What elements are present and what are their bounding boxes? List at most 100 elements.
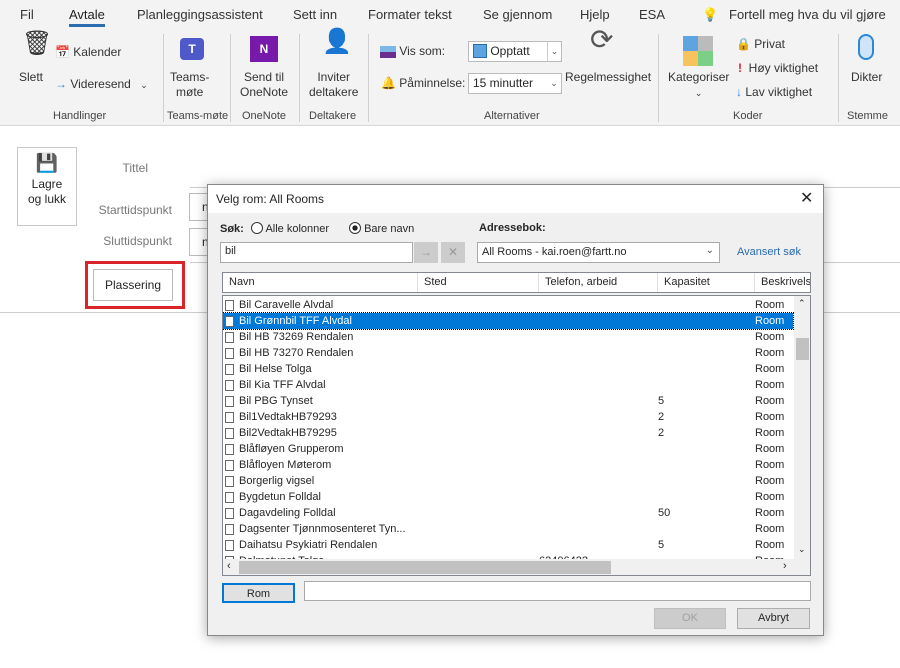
room-list-row[interactable]: Borgerlig vigsel Room [223,473,793,489]
tab-planleggingsassistent[interactable]: Planleggingsassistent [137,7,263,22]
room-name: Bil Grønnbil TFF Alvdal [239,315,352,327]
room-capacity: 50 [658,507,671,519]
scroll-thumb[interactable] [796,338,809,360]
addressbook-dropdown[interactable]: All Rooms - kai.roen@fartt.no ⌄ [477,242,720,263]
room-name: Blåfløyen Grupperom [239,443,344,455]
room-list-row[interactable]: Bil HB 73269 Rendalen Room [223,329,793,345]
group-label-tags: Koder [733,110,763,122]
forward-button[interactable]: → Videresend ⌄ [55,77,148,93]
tab-se-gjennom[interactable]: Se gjennom [483,7,552,22]
room-description: Room [755,491,785,503]
radio-name-only[interactable]: Bare navn [349,222,414,235]
save-and-close-button[interactable]: 💾 Lagre og lukk [17,147,77,226]
high-importance-label: Høy viktighet [748,61,819,75]
radio-icon [251,222,263,234]
room-list-row[interactable]: Bygdetun Folldal Room [223,489,793,505]
room-list-row[interactable]: Bil Helse Tolga Room [223,361,793,377]
room-icon [225,348,234,359]
clear-search-button[interactable]: ✕ [441,242,465,263]
ok-button[interactable]: OK [654,608,726,629]
group-label-teams: Teams-møte [167,110,229,122]
room-list-row[interactable]: Bil Grønnbil TFF Alvdal Room [223,312,794,330]
room-name: Bil PBG Tynset [239,395,313,407]
radio-all-columns[interactable]: Alle kolonner [251,222,329,235]
close-icon[interactable]: ✕ [800,188,813,208]
scroll-thumb-horizontal[interactable] [239,561,611,574]
teams-meeting-button[interactable]: Teams- møte [170,70,209,100]
room-list-row[interactable]: Bil1VedtakHB79293 2 Room [223,409,793,425]
room-description: Room [755,443,785,455]
scroll-left-icon[interactable]: ‹ [227,560,231,572]
column-header-row: Navn Sted Telefon, arbeid Kapasitet Besk… [222,272,811,293]
dictate-button[interactable]: Dikter [851,70,882,85]
search-go-button[interactable]: → [414,242,438,263]
tab-hjelp[interactable]: Hjelp [580,7,610,22]
room-description: Room [755,347,785,359]
tab-avtale[interactable]: Avtale [69,7,105,27]
room-list-row[interactable]: Bil HB 73270 Rendalen Room [223,345,793,361]
room-list-row[interactable]: Bil Kia TFF Alvdal Room [223,377,793,393]
divider [838,34,839,122]
microphone-icon [858,34,874,60]
room-list-row[interactable]: Blåfløyen Grupperom Room [223,441,793,457]
room-list-row[interactable]: Dagsenter Tjønnmosenteret Tyn... Room [223,521,793,537]
calendar-button[interactable]: 📅 Kalender [55,45,121,60]
room-capacity: 5 [658,539,665,551]
column-header-name[interactable]: Navn [223,273,418,292]
tell-me-search[interactable]: Fortell meg hva du vil gjøre [729,7,886,22]
vertical-scrollbar[interactable]: ⌃ ⌄ [794,296,810,559]
column-header-phone[interactable]: Telefon, arbeid [539,273,658,292]
group-label-onenote: OneNote [242,110,287,122]
room-description: Room [755,411,785,423]
delete-button[interactable]: Slett [19,70,43,85]
tab-fil[interactable]: Fil [20,7,34,22]
ribbon-tabs: Fil Avtale Planleggingsassistent Sett in… [0,0,900,30]
room-list-row[interactable]: Bil Caravelle Alvdal Room [223,297,793,313]
private-button[interactable]: 🔒 Privat [736,37,785,52]
horizontal-scrollbar[interactable]: ‹ › [223,559,810,575]
high-importance-button[interactable]: ! Høy viktighet [738,61,818,76]
room-input[interactable] [304,581,811,601]
arrow-down-icon: ↓ [736,85,742,99]
room-list-row[interactable]: Bil2VedtakHB79295 2 Room [223,425,793,441]
categorize-button[interactable]: Kategoriser ⌄ [668,70,729,101]
recurrence-button[interactable]: Regelmessighet [565,70,651,85]
scroll-down-icon[interactable]: ⌄ [798,544,806,555]
lightbulb-icon: 💡 [702,7,719,22]
show-as-dropdown[interactable]: Opptatt ⌄ [468,41,562,62]
room-list-row[interactable]: Dagavdeling Folldal 50 Room [223,505,793,521]
addressbook-label: Adressebok: [479,222,546,234]
show-as-label: Vis som: [380,44,445,59]
search-input[interactable]: bil [220,242,413,263]
start-time-label: Starttidspunkt [98,203,172,217]
room-button[interactable]: Rom [222,583,295,603]
show-as-icon [380,45,396,58]
room-list: Bil Caravelle Alvdal Room Bil Grønnbil TFF… [222,295,811,576]
room-icon [225,300,234,311]
column-header-capacity[interactable]: Kapasitet [658,273,755,292]
tab-esa[interactable]: ESA [639,7,665,22]
reminder-dropdown[interactable]: 15 minutter ⌄ [468,73,562,94]
room-description: Room [755,475,785,487]
room-list-row[interactable]: Bil PBG Tynset 5 Room [223,393,793,409]
location-button[interactable]: Plassering [93,269,173,301]
low-importance-button[interactable]: ↓ Lav viktighet [736,85,812,100]
room-name: Borgerlig vigsel [239,475,315,487]
chevron-down-icon: ⌄ [550,78,558,88]
column-header-description[interactable]: Beskrivels [755,273,810,292]
room-icon [225,492,234,503]
scroll-right-icon[interactable]: › [783,560,787,572]
room-list-row[interactable]: Blåfloyen Møterom Room [223,457,793,473]
send-to-onenote-button[interactable]: Send til OneNote [240,70,288,100]
column-header-location[interactable]: Sted [418,273,539,292]
tab-formater-tekst[interactable]: Formater tekst [368,7,452,22]
calendar-icon: 📅 [55,45,70,59]
room-list-row[interactable]: Daihatsu Psykiatri Rendalen 5 Room [223,537,793,553]
scroll-up-icon[interactable]: ⌃ [798,298,806,309]
room-description: Room [755,539,785,551]
cancel-button[interactable]: Avbryt [737,608,810,629]
private-label: Privat [754,37,785,51]
invite-attendees-button[interactable]: Inviter deltakere [309,70,358,100]
tab-sett-inn[interactable]: Sett inn [293,7,337,22]
advanced-search-link[interactable]: Avansert søk [737,246,801,258]
